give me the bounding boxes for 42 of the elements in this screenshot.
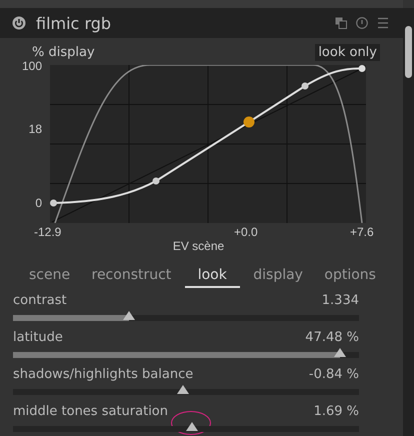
axis-title: EV scène — [172, 239, 224, 255]
curve-node[interactable] — [50, 200, 57, 206]
slider-label: shadows/highlights balance — [13, 367, 194, 383]
tab[interactable]: look — [184, 267, 240, 288]
module-title: filmic rgb — [36, 14, 112, 32]
scrollbar[interactable] — [403, 8, 414, 436]
axis-title: % display — [32, 44, 95, 60]
power-icon[interactable] — [12, 16, 26, 30]
tab[interactable]: reconstruct — [90, 267, 174, 288]
slider-thumb[interactable] — [186, 422, 198, 431]
curve-node[interactable] — [152, 178, 160, 184]
slider-value: 1.334 — [322, 293, 359, 309]
curve-node[interactable] — [358, 65, 366, 72]
axis-tick-label: 0 — [35, 196, 42, 210]
reset-icon[interactable] — [356, 17, 368, 29]
slider-thumb[interactable] — [122, 311, 135, 320]
slider[interactable] — [13, 310, 359, 321]
axis-tick-label: -12.9 — [34, 225, 62, 239]
mode-label[interactable]: look only — [315, 44, 380, 60]
slider[interactable] — [13, 347, 359, 358]
axis-tick-label: +0.0 — [234, 225, 258, 239]
axis-tick-label: +7.6 — [350, 225, 374, 239]
slider-value: -0.84 % — [308, 367, 359, 383]
slider-thumb[interactable] — [334, 348, 346, 357]
curve-node[interactable] — [302, 82, 308, 90]
slider[interactable] — [13, 421, 359, 432]
scrollbar-thumb[interactable] — [405, 26, 412, 78]
slider[interactable] — [13, 384, 359, 395]
slider-label: middle tones saturation — [13, 404, 168, 420]
pivot-node[interactable] — [244, 116, 254, 128]
slider-value: 47.48 % — [305, 330, 359, 346]
axis-tick-label: 100 — [22, 59, 42, 73]
slider-thumb[interactable] — [177, 385, 190, 394]
slider-value: 1.69 % — [314, 404, 359, 420]
tab[interactable]: scene — [27, 267, 72, 288]
axis-tick-label: 18 — [28, 122, 42, 136]
multi-instance-icon[interactable] — [335, 17, 347, 29]
slider-label: latitude — [13, 330, 63, 346]
menu-icon[interactable] — [377, 17, 389, 29]
tab[interactable]: display — [251, 267, 305, 288]
slider-label: contrast — [13, 293, 67, 309]
tab[interactable]: options — [322, 267, 378, 288]
